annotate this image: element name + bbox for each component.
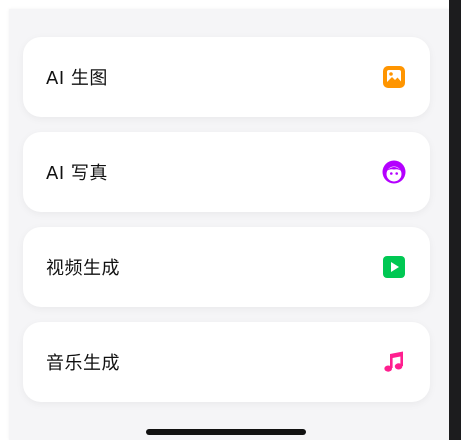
feature-card-label: 视频生成 — [46, 258, 120, 279]
window-edge — [449, 0, 461, 440]
music-note-icon — [382, 350, 406, 374]
home-indicator[interactable] — [146, 429, 306, 435]
feature-card-video[interactable]: 视频生成 — [23, 227, 430, 307]
feature-card-label: AI 写真 — [46, 163, 108, 184]
feature-card-music[interactable]: 音乐生成 — [23, 322, 430, 402]
play-icon — [382, 255, 406, 279]
face-icon — [382, 160, 406, 184]
feature-list: AI 生图 AI 写真 视频生成 音乐生成 — [23, 37, 430, 417]
feature-card-label: AI 生图 — [46, 68, 108, 89]
feature-card-ai-portrait[interactable]: AI 写真 — [23, 132, 430, 212]
app-screen: AI 生图 AI 写真 视频生成 音乐生成 — [9, 9, 449, 440]
feature-card-label: 音乐生成 — [46, 353, 120, 374]
feature-card-ai-image[interactable]: AI 生图 — [23, 37, 430, 117]
image-icon — [382, 65, 406, 89]
